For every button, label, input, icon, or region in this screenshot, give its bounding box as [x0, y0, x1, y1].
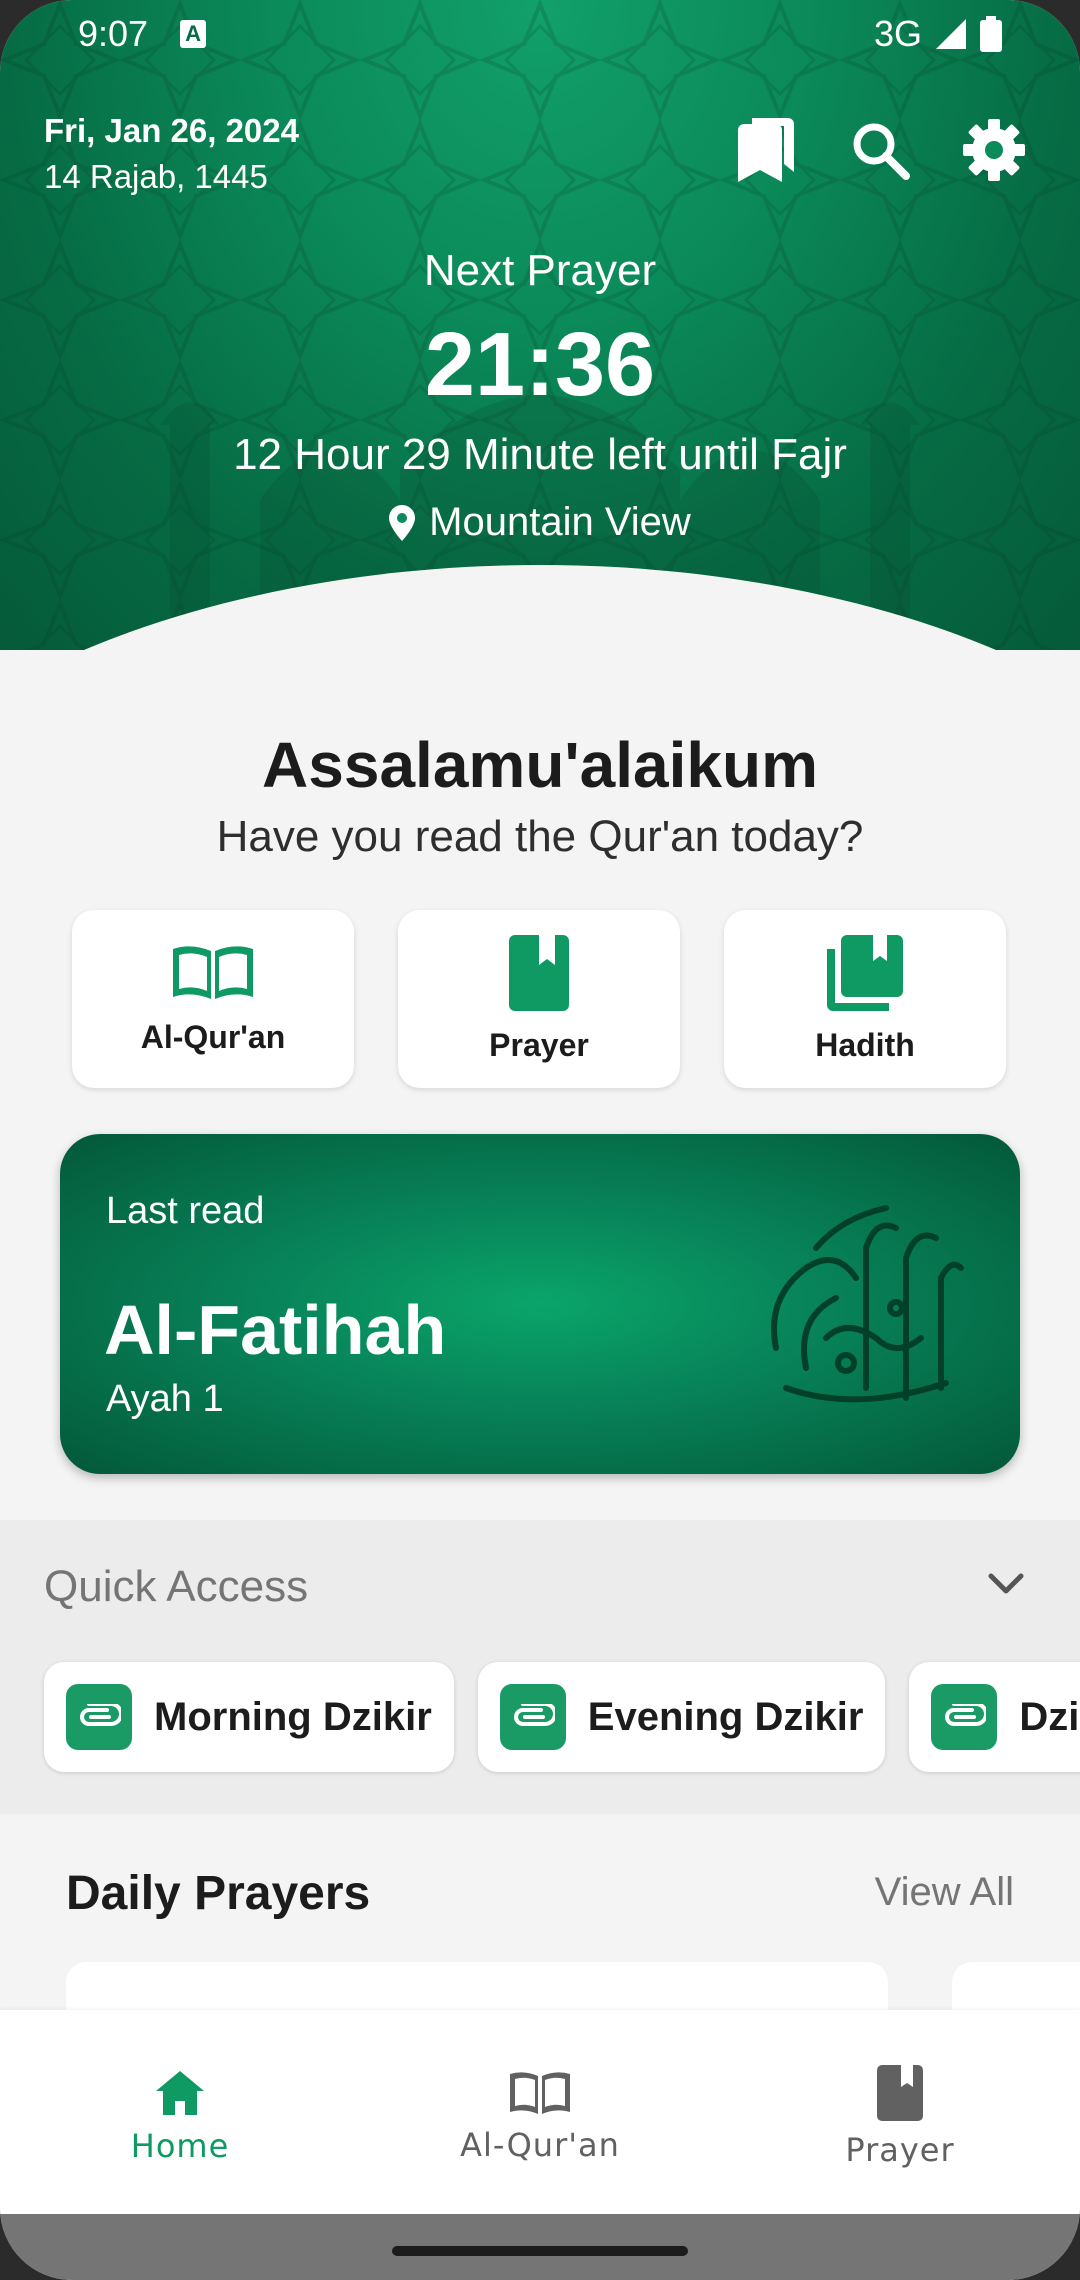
books-stack-icon	[827, 934, 903, 1011]
last-read-ayah: Ayah 1	[106, 1378, 224, 1420]
chip-label: Dzikir A	[1019, 1694, 1080, 1739]
last-read-surah: Al-Fatihah	[104, 1291, 447, 1369]
location[interactable]: Mountain View	[0, 500, 1080, 545]
gear-icon	[963, 119, 1025, 181]
date-block: Fri, Jan 26, 2024 14 Rajab, 1445	[44, 112, 299, 196]
phone-screen: 9:07 A 3G Fri, Jan 26, 2024 14 Rajab, 14…	[0, 0, 1080, 2280]
menu-card-label: Hadith	[815, 1026, 915, 1063]
quick-access-toggle[interactable]	[988, 1572, 1024, 1601]
quick-access-title: Quick Access	[44, 1562, 309, 1611]
location-name: Mountain View	[429, 500, 691, 544]
chip-label: Evening Dzikir	[587, 1694, 864, 1739]
view-all-link[interactable]: View All	[875, 1870, 1014, 1915]
greeting-subtitle: Have you read the Qur'an today?	[216, 812, 864, 861]
nav-quran[interactable]: Al-Qur'an	[360, 2010, 720, 2214]
search-icon	[853, 123, 910, 180]
chip-label: Morning Dzikir	[154, 1694, 432, 1739]
nav-label: Home	[130, 2127, 230, 2165]
chip-morning-dzikir[interactable]: Morning Dzikir	[44, 1662, 454, 1772]
quick-access-section: Quick Access Morning Dzikir Evening Dzik…	[0, 1520, 1080, 1814]
last-read-label: Last read	[106, 1190, 265, 1232]
next-prayer-time: 21:36	[424, 315, 656, 415]
bookmark-book-icon	[509, 934, 569, 1011]
bottom-navigation: Home Al-Qur'an Prayer	[0, 2010, 1080, 2214]
header-actions	[734, 118, 1026, 182]
signal-icon	[936, 19, 966, 49]
home-gesture-handle[interactable]	[392, 2246, 688, 2256]
hijri-date: 14 Rajab, 1445	[44, 158, 268, 195]
search-button[interactable]	[848, 118, 912, 182]
battery-icon	[980, 16, 1002, 52]
chip-dzikir-a[interactable]: Dzikir A	[909, 1662, 1080, 1772]
home-icon	[156, 2071, 204, 2115]
open-book-icon	[510, 2072, 570, 2114]
status-bar: 9:07 A 3G	[0, 0, 1080, 68]
gregorian-date: Fri, Jan 26, 2024	[44, 112, 299, 149]
paperclip-icon	[499, 1684, 566, 1750]
status-time: 9:07	[78, 13, 149, 54]
menu-cards: Al-Qur'an Prayer Hadith	[72, 910, 1006, 1088]
daily-prayers-title: Daily Prayers	[66, 1867, 371, 1920]
menu-card-hadith[interactable]: Hadith	[724, 910, 1006, 1088]
nav-label: Prayer	[845, 2131, 955, 2169]
chevron-down-icon	[988, 1573, 1024, 1594]
quick-access-chips: Morning Dzikir Evening Dzikir Dzikir A	[44, 1662, 1080, 1772]
location-pin-icon	[389, 504, 416, 541]
next-prayer-label: Next Prayer	[423, 246, 657, 295]
menu-card-label: Al-Qur'an	[140, 1018, 286, 1055]
bookmark-button[interactable]	[734, 118, 798, 182]
quran-calligraphy-icon	[771, 1205, 964, 1403]
menu-card-quran[interactable]: Al-Qur'an	[72, 910, 354, 1088]
nav-prayer[interactable]: Prayer	[720, 2010, 1080, 2214]
last-read-card[interactable]: Last read Al-Fatihah Ayah 1	[60, 1134, 1020, 1474]
menu-card-label: Prayer	[489, 1026, 589, 1063]
nav-label: Al-Qur'an	[460, 2126, 620, 2164]
open-book-icon	[173, 945, 253, 999]
paperclip-icon	[66, 1684, 132, 1750]
gesture-bar	[0, 2214, 1080, 2280]
bookmark-icon	[738, 118, 794, 182]
notification-icon: A	[180, 20, 207, 48]
menu-card-prayer[interactable]: Prayer	[398, 910, 680, 1088]
bookmark-book-icon	[877, 2065, 923, 2121]
nav-home[interactable]: Home	[0, 2010, 360, 2214]
greeting-title: Assalamu'alaikum	[262, 729, 818, 801]
chip-evening-dzikir[interactable]: Evening Dzikir	[477, 1662, 886, 1772]
paperclip-icon	[931, 1684, 998, 1750]
time-remaining: 12 Hour 29 Minute left until Fajr	[233, 430, 847, 479]
settings-button[interactable]	[962, 118, 1026, 182]
network-type: 3G	[873, 13, 922, 54]
